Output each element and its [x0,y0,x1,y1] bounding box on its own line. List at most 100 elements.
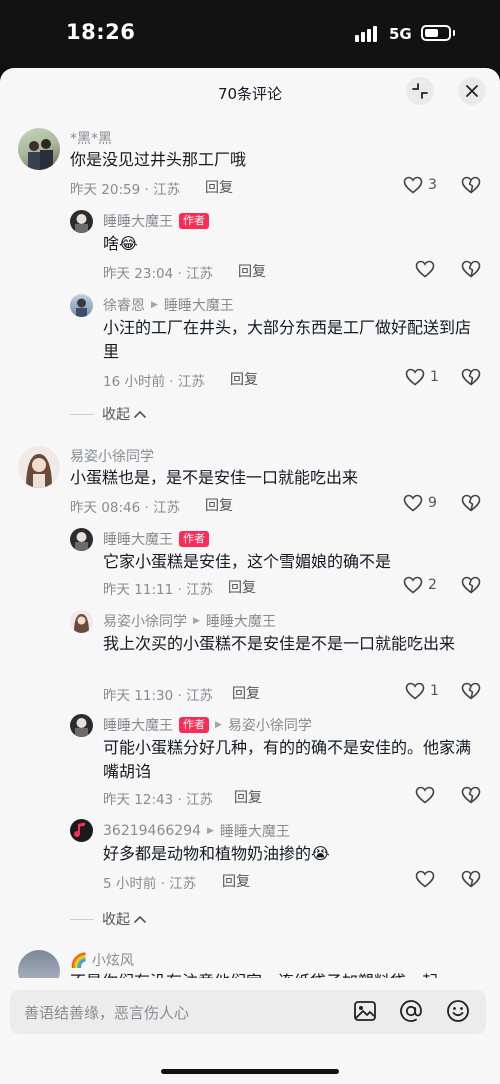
like-count: 2 [428,577,437,593]
username-text: 易姿小徐同学 [103,614,187,630]
author-badge: 作者 [179,213,209,229]
like-count: 9 [428,495,437,511]
like-count: 1 [430,369,439,385]
close-button[interactable] [458,77,486,105]
battery-tip [453,30,455,36]
collapse-label: 收起 [102,912,130,928]
reply-button[interactable]: 回复 [232,683,260,703]
reply-button[interactable]: 回复 [230,369,258,389]
collapse-replies-button[interactable]: 收起 [70,909,147,929]
home-indicator[interactable] [161,1069,339,1074]
comment-text: 我上次买的小蛋糕不是安佳是不是一口就能吃出来 [103,634,456,653]
comment-meta: 16 小时前 · 江苏 [103,374,205,390]
like-button[interactable] [415,786,435,804]
reply-button[interactable]: 回复 [234,787,262,807]
reply-button[interactable]: 回复 [238,261,266,281]
reply-button[interactable]: 回复 [228,577,256,597]
username[interactable]: 睡睡大魔王 作者 [103,211,209,231]
at-icon[interactable] [398,998,424,1024]
broken-heart-icon[interactable] [461,576,481,594]
reply-item: 睡睡大魔王 作者 啥😂 昨天 23:04 · 江苏 回复 [0,208,500,288]
heart-icon [405,368,425,386]
comment-meta: 昨天 08:46 · 江苏 [70,500,181,516]
collapse-label: 收起 [102,407,130,423]
avatar[interactable] [70,714,93,737]
broken-heart-icon[interactable] [461,786,481,804]
reply-arrow-icon: ▶ [151,300,158,310]
reply-to-user: 睡睡大魔王 [205,614,276,630]
broken-heart-icon[interactable] [461,494,481,512]
comment-text: 好多都是动物和植物奶油掺的😭 [103,844,330,863]
avatar[interactable] [70,610,93,633]
avatar[interactable] [18,128,60,170]
username[interactable]: *黑*黑 [70,128,112,148]
avatar[interactable] [70,528,93,551]
username[interactable]: 徐睿恩 ▶ 睡睡大魔王 [103,295,234,315]
reply-item: 徐睿恩 ▶ 睡睡大魔王 小汪的工厂在井头，大部分东西是工厂做好配送到店里 16 … [0,292,500,392]
username-text: 睡睡大魔王 [103,214,173,230]
reply-button[interactable]: 回复 [205,177,233,197]
username[interactable]: 36219466294 ▶ 睡睡大魔王 [103,821,290,841]
comment-text: 它家小蛋糕是安佳，这个雪媚娘的确不是 [103,552,392,571]
comment-meta: 5 小时前 · 江苏 [103,876,197,892]
avatar[interactable] [70,819,93,842]
reply-arrow-icon: ▶ [193,616,200,626]
broken-heart-icon[interactable] [461,176,481,194]
username[interactable]: 🌈 小炫风 [70,950,134,970]
avatar[interactable] [70,210,93,233]
username[interactable]: 睡睡大魔王 作者 ▶ 易姿小徐同学 [103,715,312,735]
comment-meta: 昨天 11:11 · 江苏 [103,582,214,598]
chevron-up-icon [134,410,146,418]
broken-heart-icon[interactable] [461,870,481,888]
broken-heart-icon[interactable] [461,368,481,386]
author-badge: 作者 [179,531,209,547]
heart-icon [403,176,423,194]
heart-icon [403,576,423,594]
reply-button[interactable]: 回复 [205,495,233,515]
like-button[interactable] [415,260,435,278]
reply-arrow-icon: ▶ [215,720,222,730]
reply-button[interactable]: 回复 [222,871,250,891]
shrink-button[interactable] [406,77,434,105]
comment-meta: 昨天 11:30 · 江苏 [103,688,214,704]
avatar[interactable] [70,294,93,317]
heart-icon [403,494,423,512]
divider [70,413,94,415]
like-button[interactable]: 1 [405,368,439,386]
comment-text: 可能小蛋糕分好几种，有的的确不是安佳的。他家满嘴胡诌 [103,738,472,781]
comment-text: 小汪的工厂在井头，大部分东西是工厂做好配送到店里 [103,318,472,361]
reply-item: 36219466294 ▶ 睡睡大魔王 好多都是动物和植物奶油掺的😭 5 小时前… [0,818,500,898]
username-text: 徐睿恩 [103,298,145,314]
broken-heart-icon[interactable] [461,260,481,278]
username[interactable]: 睡睡大魔王 作者 [103,529,209,549]
like-button[interactable]: 2 [403,576,437,594]
like-button[interactable] [415,870,435,888]
like-button[interactable]: 1 [405,682,439,700]
input-placeholder: 善语结善缘，恶言伤人心 [24,1004,190,1022]
emoji-icon[interactable] [445,998,471,1024]
heart-icon [415,786,435,804]
username[interactable]: 易姿小徐同学 ▶ 睡睡大魔王 [103,611,276,631]
shrink-icon [412,83,428,99]
username-text: 睡睡大魔王 [103,718,173,734]
avatar[interactable] [18,446,60,488]
heart-icon [415,260,435,278]
collapse-replies-button[interactable]: 收起 [70,404,147,424]
comment-item: *黑*黑 你是没见过井头那工厂哦 昨天 20:59 · 江苏 回复 3 [0,126,500,206]
comment-meta: 昨天 23:04 · 江苏 [103,266,214,282]
comment-text: 小蛋糕也是，是不是安佳一口就能吃出来 [70,468,359,487]
reply-arrow-icon: ▶ [206,826,214,836]
battery-icon [421,25,451,41]
username-text: 36219466294 [103,823,201,839]
like-count: 1 [430,683,439,699]
comment-sheet: 70条评论 *黑*黑 你是没见过井头那工厂哦 昨天 20:59 · 江苏 回复 … [0,68,500,1084]
image-icon[interactable] [352,998,378,1024]
username[interactable]: 易姿小徐同学 [70,446,154,466]
broken-heart-icon[interactable] [461,682,481,700]
like-button[interactable]: 9 [403,494,437,512]
divider [70,918,94,920]
comment-input[interactable]: 善语结善缘，恶言伤人心 [10,990,486,1034]
status-bar: 18:26 5G [0,0,500,68]
heart-icon [415,870,435,888]
like-button[interactable]: 3 [403,176,437,194]
